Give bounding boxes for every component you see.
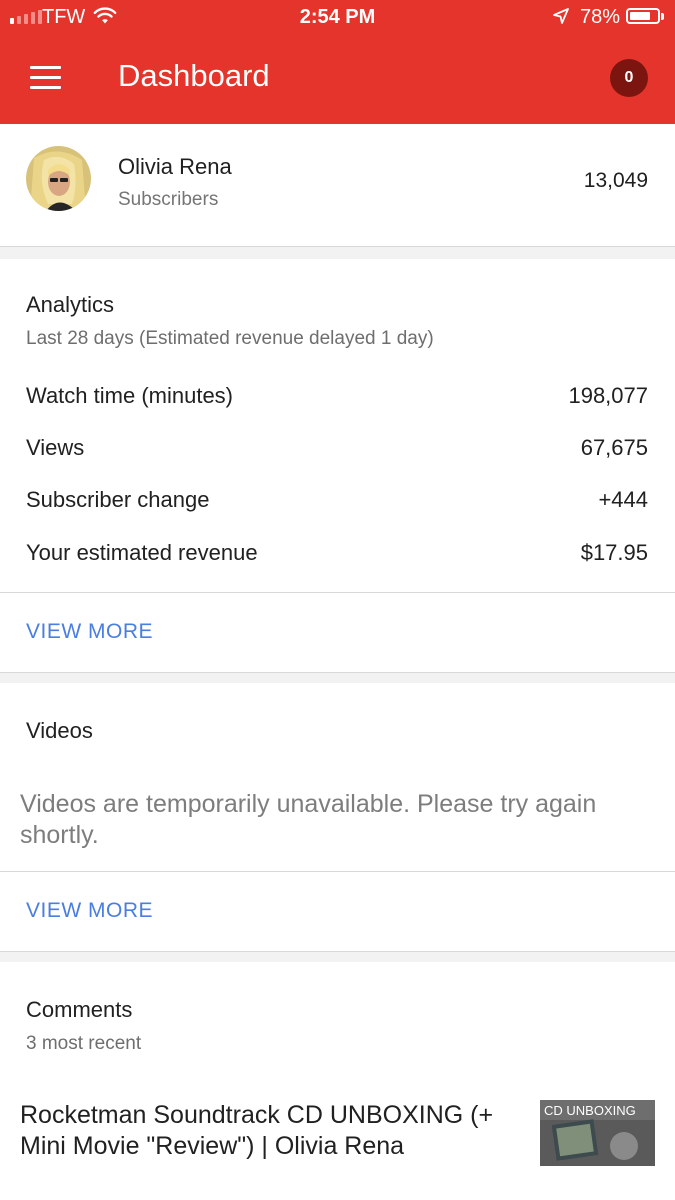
status-bar: TFW 2:54 PM 78% [0,0,675,36]
battery-tip [661,13,664,20]
analytics-row-revenue-value: $17.95 [580,540,648,565]
thumbnail-text: CD UNBOXING [544,1103,636,1118]
analytics-row-revenue-label: Your estimated revenue [26,540,258,565]
analytics-title: Analytics [26,292,115,317]
analytics-row-subscriber-change-label: Subscriber change [26,487,210,512]
battery-icon [626,8,660,24]
analytics-row-views-value: 67,675 [580,435,648,460]
analytics-subtitle: Last 28 days (Estimated revenue delayed … [26,328,434,349]
videos-unavailable-message: Videos are temporarily unavailable. Plea… [20,790,597,849]
divider [0,871,675,872]
comments-title: Comments [26,997,133,1022]
comments-subtitle: 3 most recent [26,1033,142,1054]
avatar [26,146,91,211]
section-gap [0,247,675,259]
subscribers-label: Subscribers [118,189,219,210]
notification-badge[interactable]: 0 [610,59,648,97]
subscriber-count: 13,049 [583,169,648,192]
page-title: Dashboard [118,58,270,93]
analytics-row-subscriber-change-value: +444 [598,487,648,512]
battery-percent: 78% [580,6,621,28]
app-bar: TFW 2:54 PM 78% Dashboard 0 [0,0,675,124]
videos-view-more-link[interactable]: VIEW MORE [26,899,153,923]
hamburger-menu-icon[interactable] [30,66,62,90]
analytics-view-more-link[interactable]: VIEW MORE [26,620,153,644]
analytics-row-watch-time-label: Watch time (minutes) [26,383,234,408]
comment-video-title: Rocketman Soundtrack CD UNBOXING (+ Mini… [20,1101,494,1160]
location-arrow-icon [553,8,569,24]
video-thumbnail: CD UNBOXING [540,1100,655,1166]
divider [0,592,675,593]
analytics-row-views-label: Views [26,435,85,460]
section-gap [0,952,675,962]
analytics-row-watch-time-value: 198,077 [568,383,648,408]
section-gap [0,673,675,683]
channel-name: Olivia Rena [118,154,232,179]
videos-title: Videos [26,718,93,743]
status-time: 2:54 PM [299,6,376,28]
